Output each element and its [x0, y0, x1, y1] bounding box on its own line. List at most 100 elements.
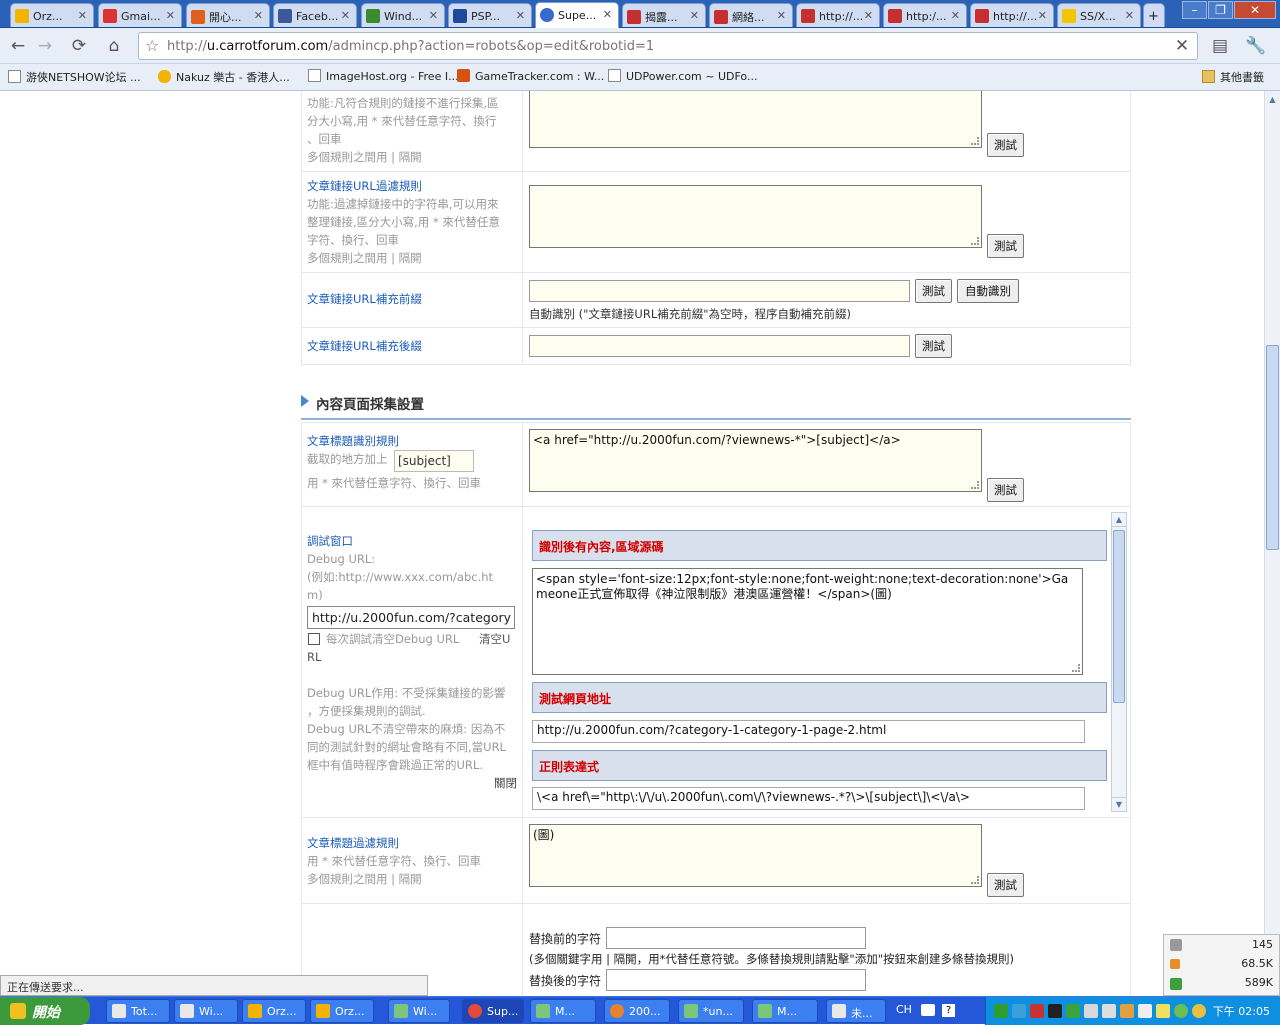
stop-icon[interactable]: ✕ [1170, 34, 1194, 58]
taskbar-item[interactable]: Wi... [174, 999, 238, 1023]
close-icon[interactable]: ✕ [516, 9, 525, 22]
tray-icon[interactable] [1138, 1004, 1152, 1018]
close-icon[interactable]: ✕ [254, 9, 263, 22]
link-url-filter-textarea[interactable] [529, 185, 982, 248]
taskbar-item[interactable]: *un... [678, 999, 744, 1023]
taskbar-item[interactable]: Tot... [106, 999, 170, 1023]
resize-grip-icon[interactable] [971, 481, 979, 489]
link-exclude-textarea[interactable] [529, 91, 982, 148]
volume-icon[interactable] [1120, 1004, 1134, 1018]
test-button[interactable]: 測試 [915, 334, 952, 358]
replace-after-input[interactable] [606, 969, 866, 991]
close-icon[interactable]: ✕ [864, 9, 873, 22]
taskbar-item[interactable]: Orz... [310, 999, 374, 1023]
restore-button[interactable]: ❐ [1208, 1, 1233, 19]
taskbar-item[interactable]: M... [752, 999, 818, 1023]
tab-facebook[interactable]: Faceb... ✕ [273, 3, 357, 27]
bookmark-item[interactable]: GameTracker.com : W... [457, 69, 604, 83]
tab-wind[interactable]: Wind... ✕ [361, 3, 445, 27]
subject-tag-field[interactable]: [subject] [394, 450, 474, 472]
taskbar-item[interactable]: Wi... [388, 999, 450, 1023]
wrench-icon[interactable]: 🔧 [1242, 34, 1270, 58]
close-icon[interactable]: ✕ [777, 9, 786, 22]
tab-supe-active[interactable]: Supe... ✕ [535, 2, 619, 28]
tray-icon[interactable] [1084, 1004, 1098, 1018]
test-button[interactable]: 測試 [987, 873, 1024, 897]
scroll-thumb[interactable] [1113, 530, 1125, 703]
close-icon[interactable]: ✕ [166, 9, 175, 22]
tray-icon[interactable] [1192, 1004, 1206, 1018]
tab-psp[interactable]: PSP... ✕ [448, 3, 532, 27]
close-icon[interactable]: ✕ [1038, 9, 1047, 22]
title-rule-textarea[interactable]: <a href="http://u.2000fun.com/?viewnews-… [529, 429, 982, 492]
scroll-up-icon[interactable]: ▲ [1112, 513, 1126, 527]
close-icon[interactable]: ✕ [603, 8, 612, 21]
scroll-thumb[interactable] [1266, 345, 1279, 550]
tab-orz[interactable]: Orz... ✕ [10, 3, 94, 27]
result-source-textarea[interactable]: <span style='font-size:12px;font-style:n… [532, 568, 1083, 675]
help-icon[interactable]: ? [942, 1004, 955, 1017]
home-icon[interactable]: ⌂ [102, 34, 126, 58]
close-icon[interactable]: ✕ [429, 9, 438, 22]
link-url-suffix-input[interactable] [529, 335, 910, 357]
keyboard-icon[interactable] [921, 1004, 935, 1016]
tab-wangluo[interactable]: 網絡... ✕ [709, 3, 793, 27]
bookmark-item[interactable]: UDPower.com ~ UDFo... [608, 69, 757, 83]
title-filter-textarea[interactable]: (圖) [529, 824, 982, 887]
taskbar-item[interactable]: M... [530, 999, 596, 1023]
tray-icon[interactable] [1102, 1004, 1116, 1018]
regex-input[interactable]: \<a href\="http\:\/\/u\.2000fun\.com\/\?… [532, 787, 1085, 810]
tray-icon[interactable] [1030, 1004, 1044, 1018]
close-icon[interactable]: ✕ [951, 9, 960, 22]
clock[interactable]: 下午 02:05 [1213, 1003, 1270, 1019]
close-icon[interactable]: ✕ [341, 9, 350, 22]
resize-grip-icon[interactable] [971, 876, 979, 884]
close-icon[interactable]: ✕ [78, 9, 87, 22]
debug-scrollbar[interactable]: ▲ ▼ [1111, 512, 1127, 812]
test-button[interactable]: 測試 [987, 234, 1024, 258]
tray-icon[interactable] [994, 1004, 1008, 1018]
language-indicator[interactable]: CH [896, 1003, 912, 1016]
page-scrollbar[interactable]: ▲ [1264, 91, 1280, 996]
test-button[interactable]: 測試 [915, 279, 952, 303]
bookmark-star-icon[interactable]: ☆ [145, 36, 159, 55]
bookmark-item[interactable]: ImageHost.org - Free I... [308, 69, 459, 83]
test-page-input[interactable]: http://u.2000fun.com/?category-1-categor… [532, 720, 1085, 743]
tab-kaixin[interactable]: 開心... ✕ [186, 3, 270, 27]
taskbar-item[interactable]: Orz... [242, 999, 306, 1023]
resize-grip-icon[interactable] [1072, 664, 1080, 672]
resize-grip-icon[interactable] [971, 137, 979, 145]
taskbar-item[interactable]: 未... [826, 999, 886, 1023]
forward-arrow-icon[interactable]: → [33, 34, 57, 58]
back-arrow-icon[interactable]: ← [6, 34, 30, 58]
close-icon[interactable]: ✕ [1125, 9, 1134, 22]
test-button[interactable]: 測試 [987, 478, 1024, 502]
tray-icon[interactable] [1174, 1004, 1188, 1018]
scroll-down-icon[interactable]: ▼ [1112, 797, 1126, 811]
other-bookmarks[interactable]: 其他書籤 [1202, 69, 1264, 85]
minimize-button[interactable]: – [1182, 1, 1207, 19]
new-tab-button[interactable]: + [1143, 3, 1165, 27]
close-debug-link[interactable]: 關閉 [307, 774, 517, 792]
steam-icon[interactable] [1048, 1004, 1062, 1018]
tab-jielu[interactable]: 揭露... ✕ [622, 3, 706, 27]
link-url-prefix-input[interactable] [529, 280, 910, 302]
bookmark-item[interactable]: 游俠NETSHOW论坛 ... [8, 69, 141, 85]
close-icon[interactable]: ✕ [690, 9, 699, 22]
tab-gmail[interactable]: Gmai... ✕ [98, 3, 182, 27]
tab-http-2[interactable]: http:/... ✕ [883, 3, 967, 27]
start-button[interactable]: 開始 [0, 997, 90, 1025]
tray-icon[interactable] [1012, 1004, 1026, 1018]
test-button[interactable]: 測試 [987, 133, 1024, 157]
resize-grip-icon[interactable] [971, 237, 979, 245]
tray-icon[interactable] [1066, 1004, 1080, 1018]
debug-url-input[interactable]: http://u.2000fun.com/?category [307, 606, 515, 629]
scroll-up-icon[interactable]: ▲ [1266, 93, 1279, 107]
clear-url-checkbox[interactable] [308, 633, 320, 645]
tab-http-3[interactable]: http://... ✕ [970, 3, 1054, 27]
bookmark-item[interactable]: Nakuz 樂古 - 香港人... [158, 69, 290, 85]
auto-detect-button[interactable]: 自動識別 [957, 279, 1019, 303]
tab-http-1[interactable]: http://... ✕ [796, 3, 880, 27]
close-window-button[interactable]: ✕ [1234, 1, 1276, 19]
taskbar-item-active[interactable]: Sup... [462, 999, 524, 1023]
